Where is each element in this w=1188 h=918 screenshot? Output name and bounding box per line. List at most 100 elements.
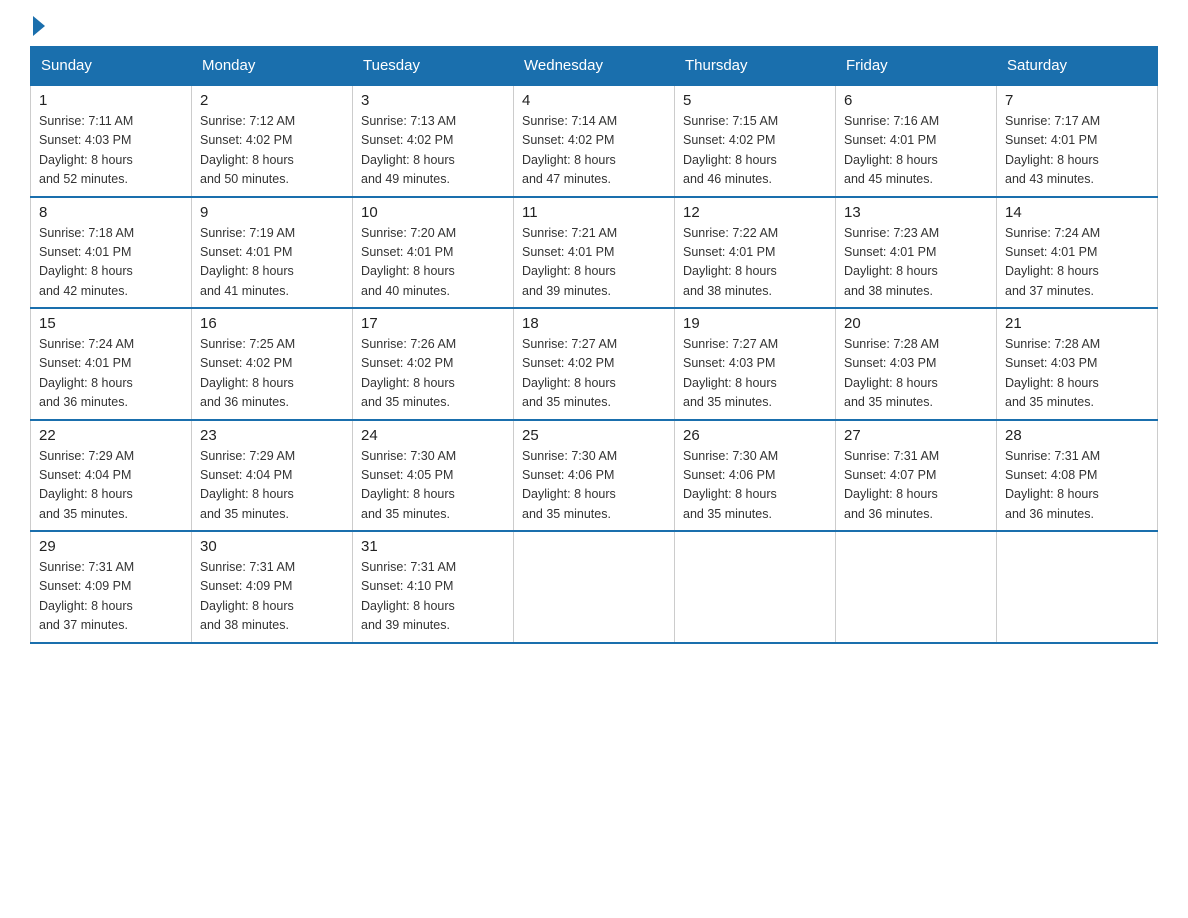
day-number: 7: [1005, 92, 1149, 109]
day-info: Sunrise: 7:21 AMSunset: 4:01 PMDaylight:…: [522, 224, 666, 302]
calendar-day-cell: 30 Sunrise: 7:31 AMSunset: 4:09 PMDayligh…: [192, 531, 353, 643]
calendar-day-cell: 23 Sunrise: 7:29 AMSunset: 4:04 PMDayligh…: [192, 420, 353, 532]
day-number: 17: [361, 315, 505, 332]
day-number: 10: [361, 204, 505, 221]
calendar-day-cell: 28 Sunrise: 7:31 AMSunset: 4:08 PMDayligh…: [997, 420, 1158, 532]
day-number: 18: [522, 315, 666, 332]
day-number: 5: [683, 92, 827, 109]
empty-cell: [675, 531, 836, 643]
calendar-day-cell: 27 Sunrise: 7:31 AMSunset: 4:07 PMDayligh…: [836, 420, 997, 532]
day-info: Sunrise: 7:30 AMSunset: 4:06 PMDaylight:…: [522, 447, 666, 525]
calendar-day-cell: 13Sunrise: 7:23 AMSunset: 4:01 PMDayligh…: [836, 197, 997, 309]
day-number: 16: [200, 315, 344, 332]
calendar-day-cell: 9 Sunrise: 7:19 AMSunset: 4:01 PMDaylight…: [192, 197, 353, 309]
day-info: Sunrise: 7:28 AMSunset: 4:03 PMDaylight:…: [1005, 335, 1149, 413]
calendar-day-cell: 17 Sunrise: 7:26 AMSunset: 4:02 PMDayligh…: [353, 308, 514, 420]
day-info: Sunrise: 7:27 AMSunset: 4:03 PMDaylight:…: [683, 335, 827, 413]
calendar-day-cell: 10 Sunrise: 7:20 AMSunset: 4:01 PMDayligh…: [353, 197, 514, 309]
calendar-day-cell: 18 Sunrise: 7:27 AMSunset: 4:02 PMDayligh…: [514, 308, 675, 420]
day-number: 6: [844, 92, 988, 109]
day-number: 28: [1005, 427, 1149, 444]
calendar-week-row: 22 Sunrise: 7:29 AMSunset: 4:04 PMDayligh…: [31, 420, 1158, 532]
logo-triangle-icon: [33, 16, 45, 36]
day-number: 8: [39, 204, 183, 221]
calendar-day-cell: 6 Sunrise: 7:16 AMSunset: 4:01 PMDaylight…: [836, 85, 997, 197]
calendar-day-cell: 20 Sunrise: 7:28 AMSunset: 4:03 PMDayligh…: [836, 308, 997, 420]
calendar-header-row: SundayMondayTuesdayWednesdayThursdayFrid…: [31, 47, 1158, 86]
empty-cell: [836, 531, 997, 643]
day-info: Sunrise: 7:30 AMSunset: 4:05 PMDaylight:…: [361, 447, 505, 525]
header-wednesday: Wednesday: [514, 47, 675, 86]
day-number: 14: [1005, 204, 1149, 221]
day-info: Sunrise: 7:11 AMSunset: 4:03 PMDaylight:…: [39, 112, 183, 190]
day-number: 11: [522, 204, 666, 221]
calendar-day-cell: 29 Sunrise: 7:31 AMSunset: 4:09 PMDayligh…: [31, 531, 192, 643]
calendar-day-cell: 31Sunrise: 7:31 AMSunset: 4:10 PMDayligh…: [353, 531, 514, 643]
day-number: 29: [39, 538, 183, 555]
day-number: 15: [39, 315, 183, 332]
calendar-day-cell: 4Sunrise: 7:14 AMSunset: 4:02 PMDaylight…: [514, 85, 675, 197]
calendar-day-cell: 3 Sunrise: 7:13 AMSunset: 4:02 PMDaylight…: [353, 85, 514, 197]
day-number: 4: [522, 92, 666, 109]
day-number: 25: [522, 427, 666, 444]
day-number: 24: [361, 427, 505, 444]
header-saturday: Saturday: [997, 47, 1158, 86]
calendar-day-cell: 16Sunrise: 7:25 AMSunset: 4:02 PMDayligh…: [192, 308, 353, 420]
calendar-day-cell: 11 Sunrise: 7:21 AMSunset: 4:01 PMDayligh…: [514, 197, 675, 309]
day-info: Sunrise: 7:17 AMSunset: 4:01 PMDaylight:…: [1005, 112, 1149, 190]
day-info: Sunrise: 7:24 AMSunset: 4:01 PMDaylight:…: [1005, 224, 1149, 302]
calendar-week-row: 15 Sunrise: 7:24 AMSunset: 4:01 PMDayligh…: [31, 308, 1158, 420]
calendar-table: SundayMondayTuesdayWednesdayThursdayFrid…: [30, 46, 1158, 644]
day-info: Sunrise: 7:16 AMSunset: 4:01 PMDaylight:…: [844, 112, 988, 190]
day-number: 3: [361, 92, 505, 109]
calendar-day-cell: 21 Sunrise: 7:28 AMSunset: 4:03 PMDayligh…: [997, 308, 1158, 420]
day-number: 9: [200, 204, 344, 221]
calendar-week-row: 1 Sunrise: 7:11 AMSunset: 4:03 PMDaylight…: [31, 85, 1158, 197]
calendar-day-cell: 5 Sunrise: 7:15 AMSunset: 4:02 PMDaylight…: [675, 85, 836, 197]
day-number: 26: [683, 427, 827, 444]
calendar-day-cell: 19 Sunrise: 7:27 AMSunset: 4:03 PMDayligh…: [675, 308, 836, 420]
day-info: Sunrise: 7:18 AMSunset: 4:01 PMDaylight:…: [39, 224, 183, 302]
day-info: Sunrise: 7:31 AMSunset: 4:08 PMDaylight:…: [1005, 447, 1149, 525]
empty-cell: [997, 531, 1158, 643]
day-number: 27: [844, 427, 988, 444]
day-number: 20: [844, 315, 988, 332]
day-info: Sunrise: 7:22 AMSunset: 4:01 PMDaylight:…: [683, 224, 827, 302]
day-number: 22: [39, 427, 183, 444]
empty-cell: [514, 531, 675, 643]
day-info: Sunrise: 7:31 AMSunset: 4:07 PMDaylight:…: [844, 447, 988, 525]
calendar-day-cell: 2 Sunrise: 7:12 AMSunset: 4:02 PMDaylight…: [192, 85, 353, 197]
calendar-day-cell: 22 Sunrise: 7:29 AMSunset: 4:04 PMDayligh…: [31, 420, 192, 532]
day-number: 23: [200, 427, 344, 444]
day-info: Sunrise: 7:15 AMSunset: 4:02 PMDaylight:…: [683, 112, 827, 190]
day-info: Sunrise: 7:13 AMSunset: 4:02 PMDaylight:…: [361, 112, 505, 190]
calendar-day-cell: 26Sunrise: 7:30 AMSunset: 4:06 PMDayligh…: [675, 420, 836, 532]
calendar-day-cell: 8 Sunrise: 7:18 AMSunset: 4:01 PMDaylight…: [31, 197, 192, 309]
day-info: Sunrise: 7:31 AMSunset: 4:09 PMDaylight:…: [39, 558, 183, 636]
day-info: Sunrise: 7:29 AMSunset: 4:04 PMDaylight:…: [39, 447, 183, 525]
day-info: Sunrise: 7:19 AMSunset: 4:01 PMDaylight:…: [200, 224, 344, 302]
calendar-day-cell: 14 Sunrise: 7:24 AMSunset: 4:01 PMDayligh…: [997, 197, 1158, 309]
day-info: Sunrise: 7:26 AMSunset: 4:02 PMDaylight:…: [361, 335, 505, 413]
day-info: Sunrise: 7:23 AMSunset: 4:01 PMDaylight:…: [844, 224, 988, 302]
header-tuesday: Tuesday: [353, 47, 514, 86]
calendar-day-cell: 1 Sunrise: 7:11 AMSunset: 4:03 PMDaylight…: [31, 85, 192, 197]
page-header: [30, 20, 1158, 36]
day-info: Sunrise: 7:28 AMSunset: 4:03 PMDaylight:…: [844, 335, 988, 413]
calendar-day-cell: 7 Sunrise: 7:17 AMSunset: 4:01 PMDaylight…: [997, 85, 1158, 197]
header-monday: Monday: [192, 47, 353, 86]
header-friday: Friday: [836, 47, 997, 86]
day-info: Sunrise: 7:29 AMSunset: 4:04 PMDaylight:…: [200, 447, 344, 525]
day-number: 19: [683, 315, 827, 332]
day-info: Sunrise: 7:12 AMSunset: 4:02 PMDaylight:…: [200, 112, 344, 190]
calendar-week-row: 29 Sunrise: 7:31 AMSunset: 4:09 PMDayligh…: [31, 531, 1158, 643]
day-number: 2: [200, 92, 344, 109]
day-info: Sunrise: 7:31 AMSunset: 4:09 PMDaylight:…: [200, 558, 344, 636]
day-number: 1: [39, 92, 183, 109]
day-number: 12: [683, 204, 827, 221]
day-info: Sunrise: 7:20 AMSunset: 4:01 PMDaylight:…: [361, 224, 505, 302]
day-info: Sunrise: 7:24 AMSunset: 4:01 PMDaylight:…: [39, 335, 183, 413]
day-number: 21: [1005, 315, 1149, 332]
day-info: Sunrise: 7:27 AMSunset: 4:02 PMDaylight:…: [522, 335, 666, 413]
day-number: 30: [200, 538, 344, 555]
